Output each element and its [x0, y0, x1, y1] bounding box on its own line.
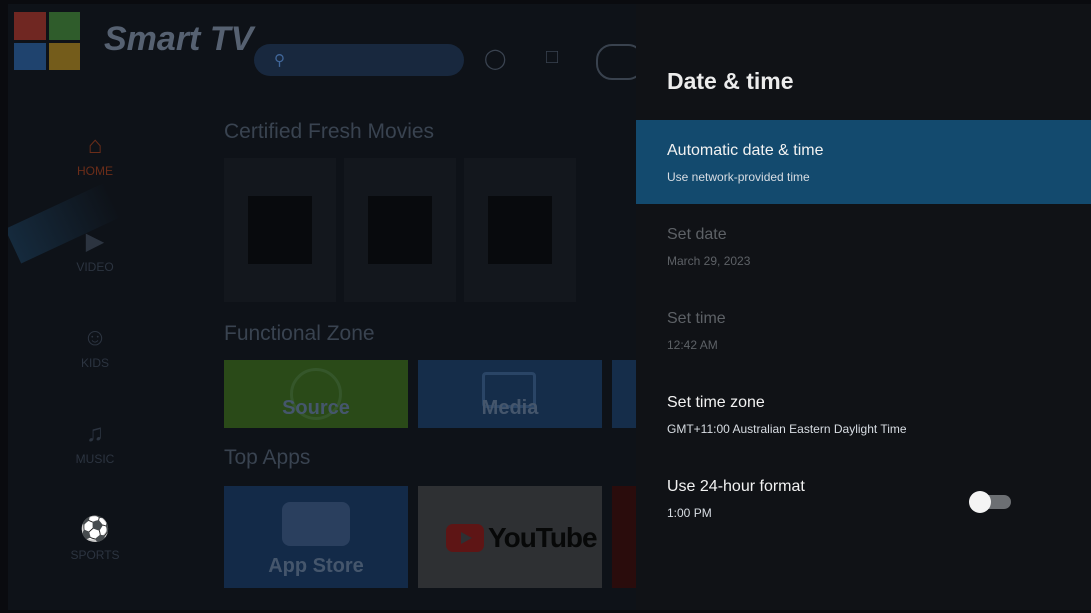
- setting-set-time[interactable]: Set time 12:42 AM: [636, 288, 1091, 372]
- toggle-knob: [969, 491, 991, 513]
- setting-label: Use 24-hour format: [667, 478, 805, 495]
- brand-title: Smart TV: [104, 20, 254, 58]
- home-screen-background: Smart TV ⚲ ◯ □ ⌂ HOME ▶ VIDEO ☺ KIDS ♫ M…: [8, 4, 636, 610]
- setting-set-time-zone[interactable]: Set time zone GMT+11:00 Australian Easte…: [636, 372, 1091, 456]
- toggle-24-hour-switch[interactable]: [969, 491, 1011, 513]
- home-icon: ⌂: [87, 132, 103, 159]
- store-icon: [282, 502, 350, 546]
- sidebar-item-sports[interactable]: ⚽ SPORTS: [50, 516, 140, 562]
- video-icon: ▶: [85, 228, 105, 255]
- tile-source[interactable]: Source: [224, 360, 408, 428]
- movie-poster[interactable]: [464, 158, 576, 302]
- sidebar-item-video[interactable]: ▶ VIDEO: [50, 228, 140, 274]
- section-title-apps: Top Apps: [224, 446, 311, 469]
- sidebar-item-music[interactable]: ♫ MUSIC: [50, 420, 140, 466]
- sports-icon: ⚽: [80, 516, 110, 543]
- tile-partial[interactable]: [612, 486, 636, 588]
- sidebar-item-label: VIDEO: [76, 260, 114, 274]
- setting-label: Set time: [667, 310, 726, 327]
- setting-value: March 29, 2023: [667, 254, 751, 268]
- tile-label: Media: [481, 397, 539, 419]
- sidebar-item-label: SPORTS: [70, 548, 120, 562]
- section-title-functional: Functional Zone: [224, 322, 375, 345]
- setting-value: 12:42 AM: [667, 338, 718, 352]
- setting-label: Automatic date & time: [667, 142, 824, 159]
- tile-media[interactable]: Media: [418, 360, 602, 428]
- setting-label: Set date: [667, 226, 727, 243]
- tile-label: App Store: [268, 555, 364, 577]
- sidebar-item-label: KIDS: [80, 356, 109, 370]
- setting-value: GMT+11:00 Australian Eastern Daylight Ti…: [667, 422, 907, 436]
- settings-gear-button[interactable]: [596, 44, 636, 80]
- tile-youtube[interactable]: YouTube: [418, 486, 602, 588]
- movie-poster[interactable]: [224, 158, 336, 302]
- setting-label: Set time zone: [667, 394, 765, 411]
- search-bar[interactable]: ⚲: [254, 44, 464, 76]
- movie-poster[interactable]: [344, 158, 456, 302]
- sidebar-item-label: MUSIC: [75, 452, 115, 466]
- setting-value: Use network-provided time: [667, 170, 810, 184]
- tile-label: Source: [282, 397, 350, 419]
- kids-icon: ☺: [82, 324, 108, 351]
- setting-set-date[interactable]: Set date March 29, 2023: [636, 204, 1091, 288]
- youtube-wordmark: YouTube: [488, 522, 598, 553]
- panel-title: Date & time: [667, 68, 794, 94]
- search-icon: ⚲: [274, 52, 285, 69]
- tile-app-store[interactable]: App Store: [224, 486, 408, 588]
- tv-screen: Smart TV ⚲ ◯ □ ⌂ HOME ▶ VIDEO ☺ KIDS ♫ M…: [8, 4, 1091, 610]
- date-time-settings-panel: Date & time Automatic date & time Use ne…: [636, 4, 1091, 610]
- youtube-logo-icon: YouTube: [446, 522, 598, 554]
- sidebar-item-home[interactable]: ⌂ HOME: [50, 132, 140, 178]
- setting-automatic-date-time[interactable]: Automatic date & time Use network-provid…: [636, 120, 1091, 204]
- input-source-icon[interactable]: □: [546, 46, 558, 69]
- brand-logo-icon: [14, 12, 80, 70]
- mouse-icon[interactable]: ◯: [484, 46, 506, 71]
- setting-use-24-hour-format[interactable]: Use 24-hour format 1:00 PM: [636, 456, 1091, 540]
- section-title-movies: Certified Fresh Movies: [224, 120, 435, 143]
- sidebar-item-label: HOME: [77, 164, 113, 178]
- tile-partial[interactable]: [612, 360, 636, 428]
- sidebar-item-kids[interactable]: ☺ KIDS: [50, 324, 140, 370]
- music-icon: ♫: [86, 420, 104, 447]
- setting-value: 1:00 PM: [667, 506, 712, 520]
